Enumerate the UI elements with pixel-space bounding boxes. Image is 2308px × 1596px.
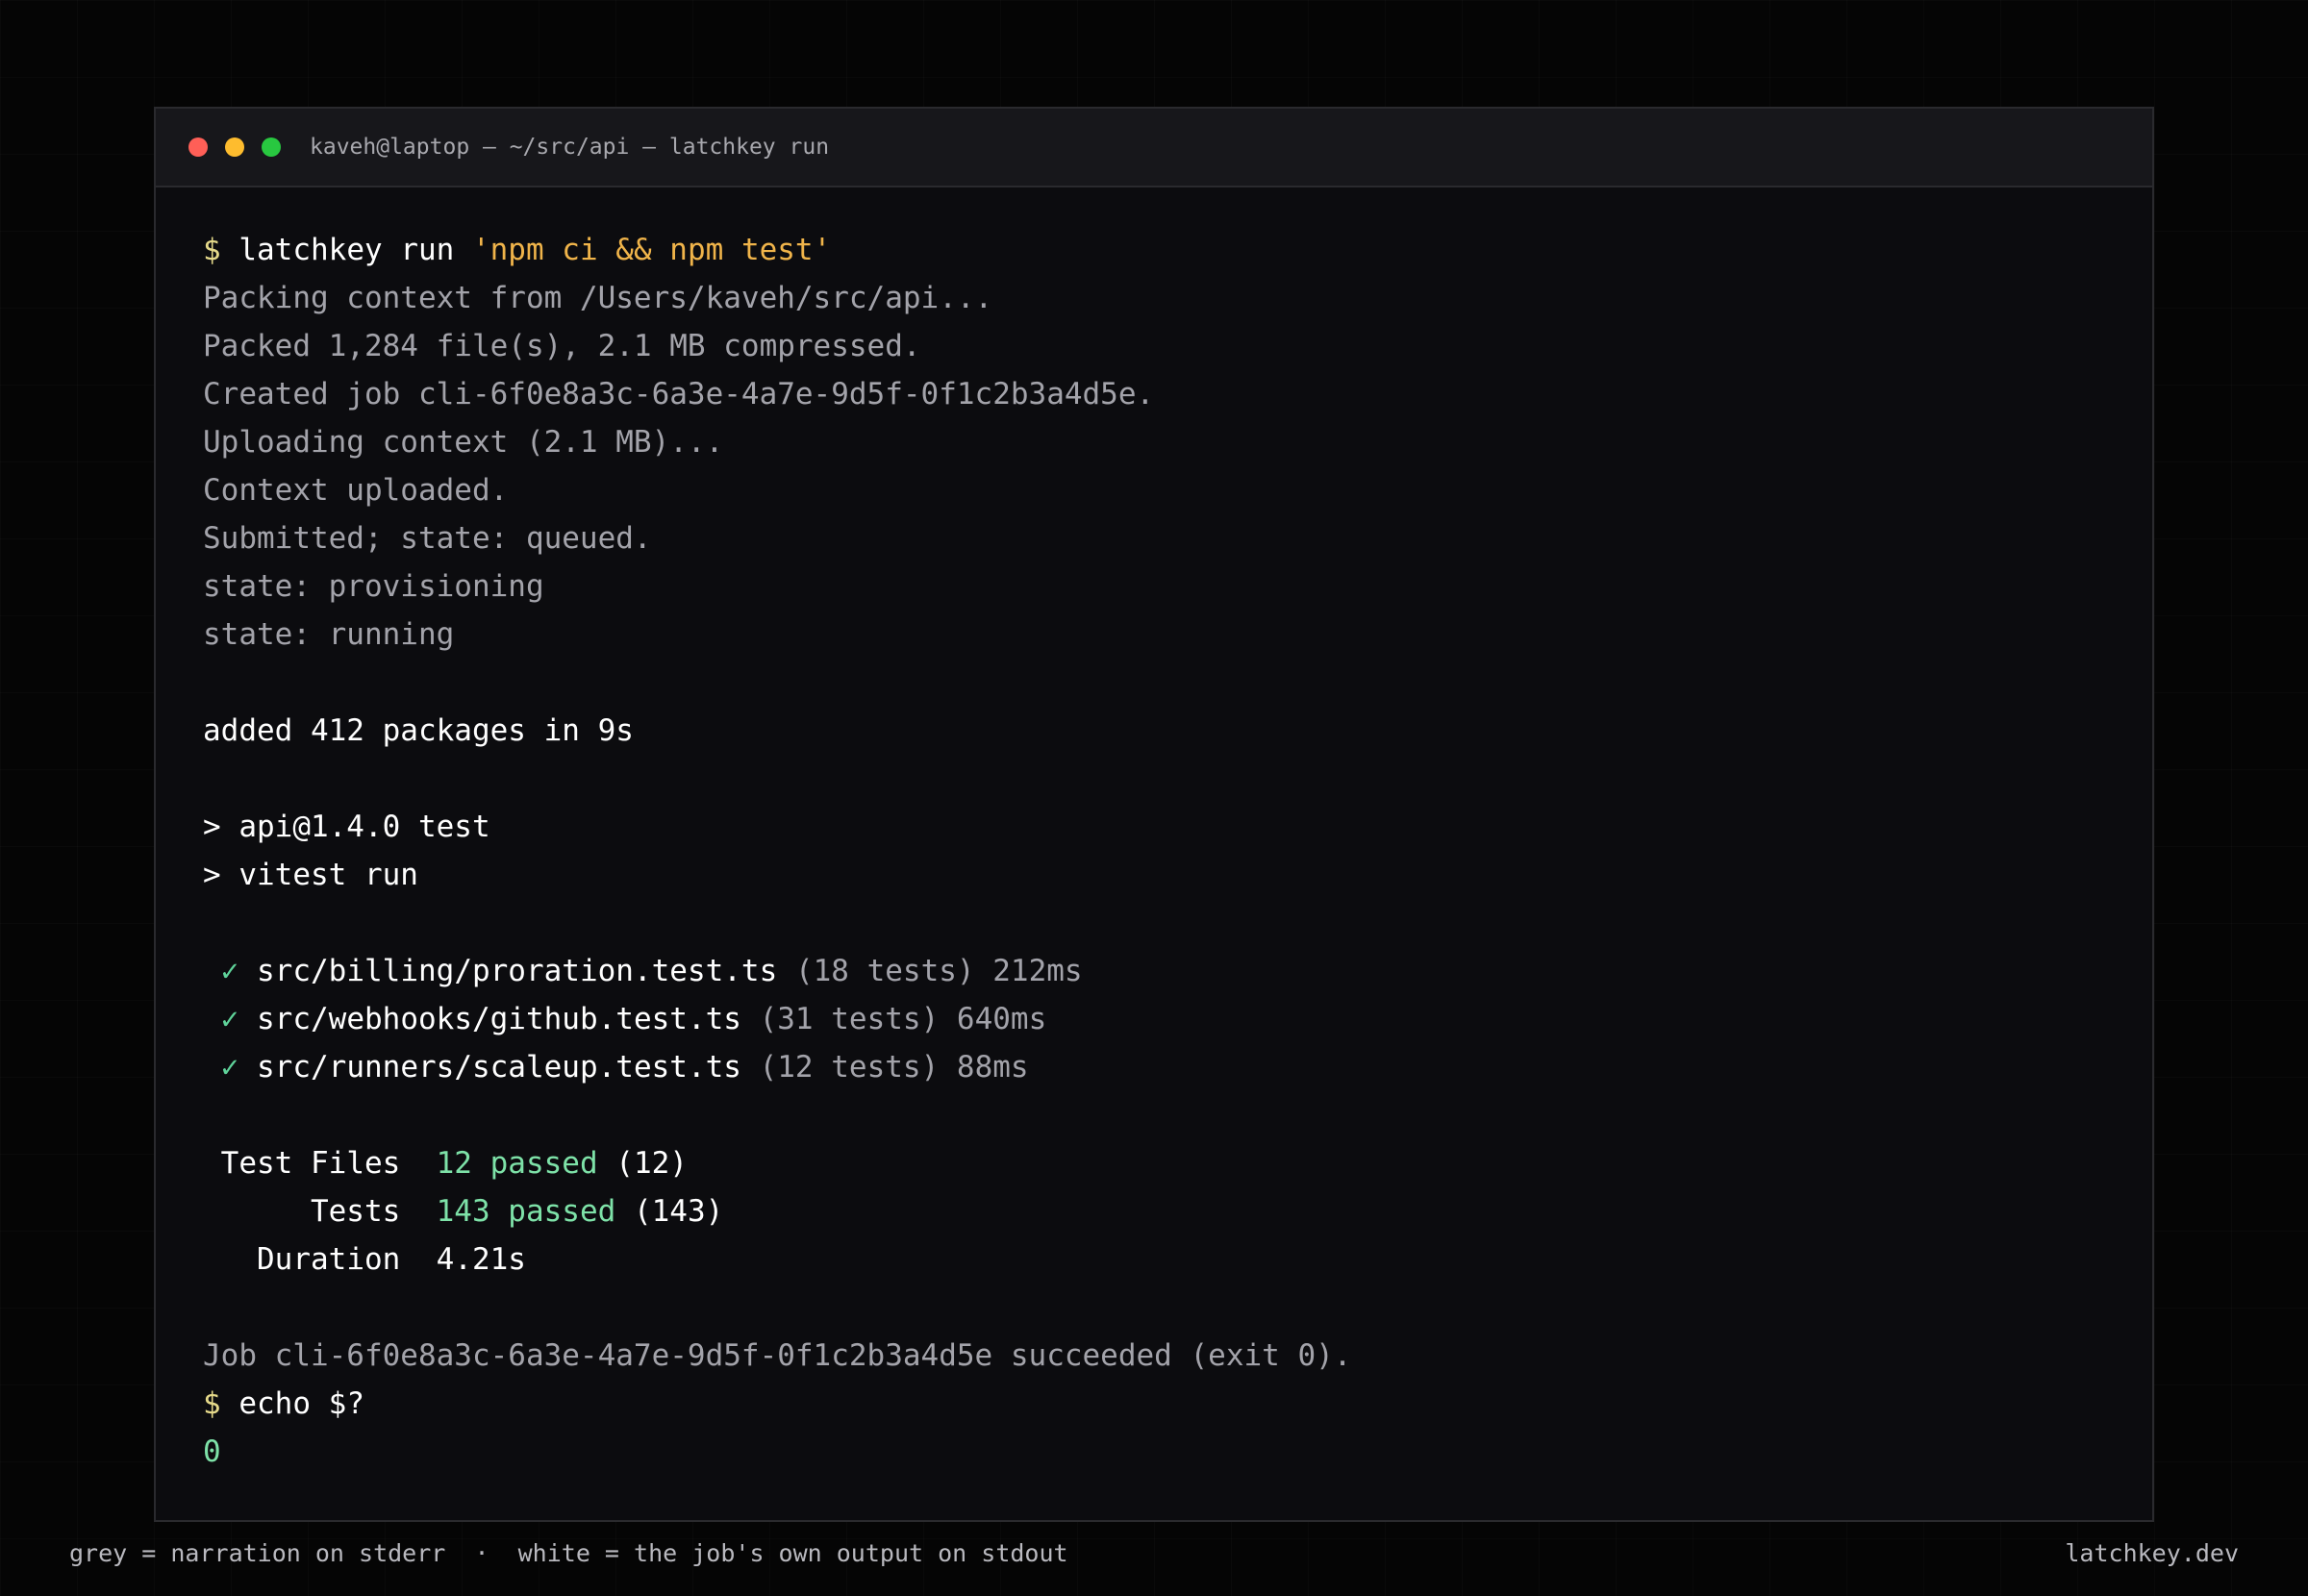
command-program: latchkey run <box>238 233 455 267</box>
close-icon[interactable] <box>188 137 208 157</box>
test-file-meta: (18 tests) 212ms <box>794 954 1083 988</box>
command-text: echo $? <box>238 1386 364 1421</box>
test-result-row: ✓ src/billing/proration.test.ts (18 test… <box>203 947 2152 995</box>
terminal-window: kaveh@laptop — ~/src/api — latchkey run … <box>154 107 2154 1522</box>
summary-test-files: Test Files 12 passed (12) <box>203 1139 2152 1187</box>
footer-legend: grey = narration on stderr · white = the… <box>69 1536 1068 1571</box>
test-file-path: src/billing/proration.test.ts <box>257 954 778 988</box>
npm-install-output: added 412 packages in 9s <box>203 713 634 748</box>
narration-line: Packing context from /Users/kaveh/src/ap… <box>203 281 993 315</box>
terminal-output[interactable]: $ latchkey run 'npm ci && npm test' Pack… <box>156 187 2152 1476</box>
window-title: kaveh@laptop — ~/src/api — latchkey run <box>310 135 830 160</box>
check-icon: ✓ <box>220 1050 239 1085</box>
narration-line: Submitted; state: queued. <box>203 521 652 556</box>
summary-label: Test Files <box>220 1146 401 1181</box>
script-line: > vitest run <box>203 858 418 892</box>
summary-label: Tests <box>310 1194 401 1229</box>
narration-line: Created job cli-6f0e8a3c-6a3e-4a7e-9d5f-… <box>203 377 1155 411</box>
summary-tests: Tests 143 passed (143) <box>203 1187 2152 1235</box>
narration-line: state: running <box>203 617 455 652</box>
legend-white: white = the job's own output on stdout <box>517 1539 1068 1567</box>
command-line-2: $ echo $? <box>203 1380 2152 1428</box>
summary-duration: Duration 4.21s <box>203 1235 2152 1284</box>
script-line: > api@1.4.0 test <box>203 810 490 844</box>
narration-line: state: provisioning <box>203 569 544 604</box>
test-result-row: ✓ src/webhooks/github.test.ts (31 tests)… <box>203 995 2152 1043</box>
test-file-meta: (31 tests) 640ms <box>759 1002 1047 1036</box>
exit-code-output: 0 <box>203 1434 221 1469</box>
job-status-line: Job cli-6f0e8a3c-6a3e-4a7e-9d5f-0f1c2b3a… <box>203 1338 1352 1373</box>
narration-line: Uploading context (2.1 MB)... <box>203 425 724 460</box>
summary-duration-value: 4.21s <box>436 1242 526 1277</box>
legend-separator: · <box>474 1539 489 1567</box>
prompt-symbol: $ <box>203 233 221 267</box>
summary-label: Duration <box>257 1242 401 1277</box>
check-icon: ✓ <box>220 954 239 988</box>
test-file-path: src/webhooks/github.test.ts <box>257 1002 741 1036</box>
legend-grey: grey = narration on stderr <box>69 1539 446 1567</box>
summary-total: (143) <box>633 1194 724 1229</box>
check-icon: ✓ <box>220 1002 239 1036</box>
prompt-symbol: $ <box>203 1386 221 1421</box>
summary-passed: 12 passed <box>436 1146 598 1181</box>
command-line-1: $ latchkey run 'npm ci && npm test' <box>203 226 2152 274</box>
command-argument: 'npm ci && npm test' <box>471 233 832 267</box>
test-file-path: src/runners/scaleup.test.ts <box>257 1050 741 1085</box>
summary-total: (12) <box>615 1146 688 1181</box>
test-file-meta: (12 tests) 88ms <box>759 1050 1029 1085</box>
title-bar: kaveh@laptop — ~/src/api — latchkey run <box>156 109 2152 187</box>
minimize-icon[interactable] <box>225 137 244 157</box>
maximize-icon[interactable] <box>262 137 281 157</box>
test-result-row: ✓ src/runners/scaleup.test.ts (12 tests)… <box>203 1043 2152 1091</box>
narration-line: Context uploaded. <box>203 473 509 508</box>
narration-line: Packed 1,284 file(s), 2.1 MB compressed. <box>203 329 921 363</box>
brand-link[interactable]: latchkey.dev <box>2065 1536 2239 1571</box>
summary-passed: 143 passed <box>436 1194 616 1229</box>
